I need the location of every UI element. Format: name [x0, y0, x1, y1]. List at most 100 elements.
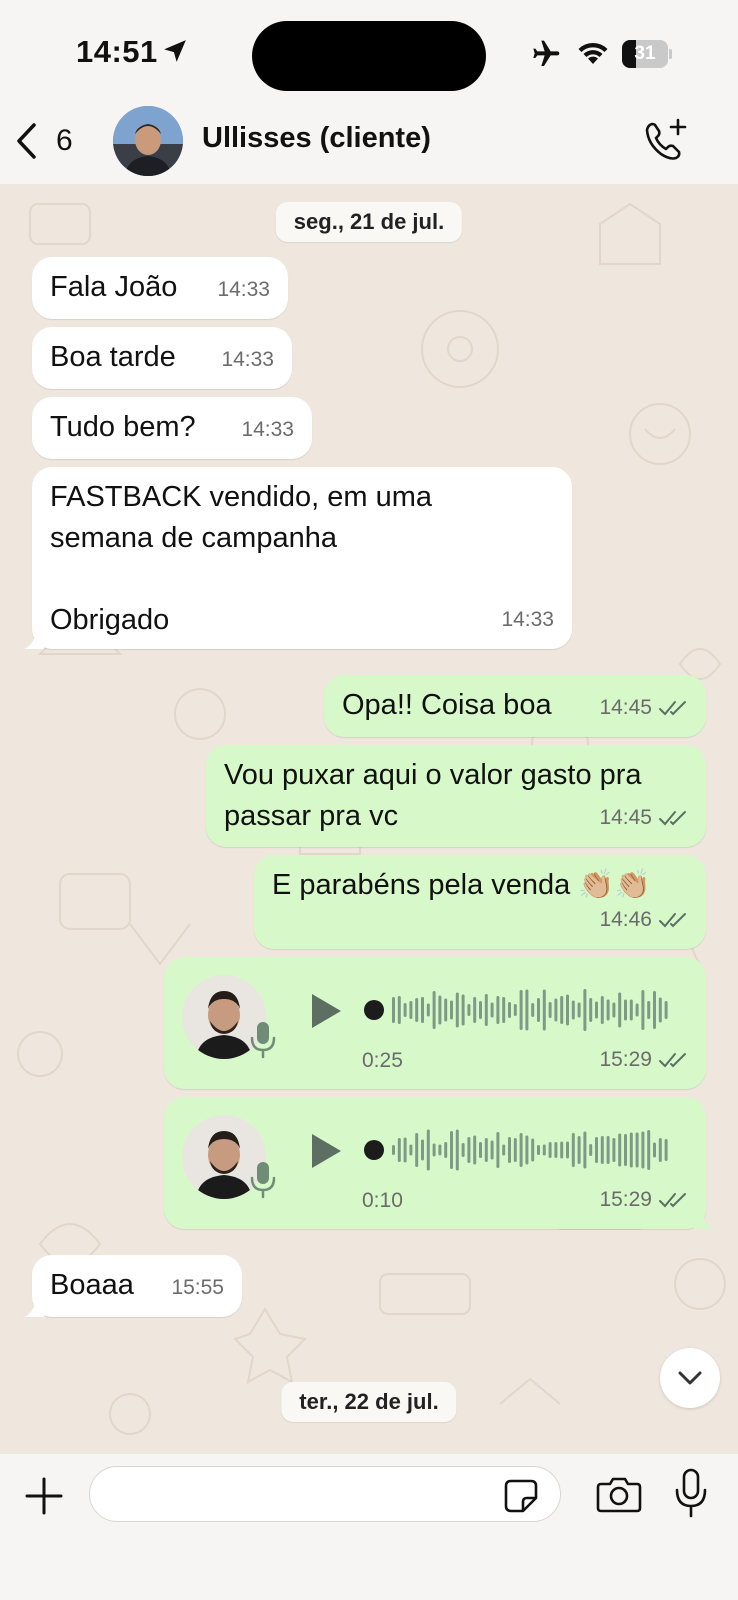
message-time: 14:45: [599, 806, 652, 829]
waveform-bar: [479, 1142, 482, 1158]
waveform-bar: [548, 1002, 552, 1018]
message-bubble-outgoing[interactable]: Vou puxar aqui o valor gasto pra passar …: [206, 745, 706, 847]
add-call-icon[interactable]: [642, 116, 690, 164]
waveform-bar: [438, 995, 442, 1025]
waveform-bar: [624, 1134, 627, 1166]
message-time: 14:46: [599, 908, 652, 931]
contact-avatar[interactable]: [113, 106, 183, 176]
voice-message-bubble[interactable]: 0:25 15:29: [164, 957, 706, 1089]
play-icon[interactable]: [308, 1131, 344, 1171]
message-time: 14:33: [241, 418, 294, 441]
voice-duration: 0:25: [362, 1049, 403, 1072]
waveform-bar: [624, 999, 627, 1021]
waveform-bar: [508, 1002, 511, 1018]
waveform-bar: [554, 1142, 558, 1158]
waveform-bar: [583, 1131, 587, 1169]
message-time: 15:29: [599, 1188, 652, 1211]
microphone-badge-icon: [250, 1162, 276, 1199]
waveform-bar: [600, 1136, 604, 1164]
waveform-bar: [658, 997, 662, 1023]
back-button[interactable]: 6: [14, 116, 73, 166]
waveform-bar: [629, 999, 633, 1021]
message-bubble-outgoing[interactable]: Opa!! Coisa boa 14:45: [324, 675, 706, 737]
unread-count: 6: [56, 124, 73, 157]
waveform-bar: [479, 1001, 482, 1019]
waveform-bar: [519, 990, 523, 1030]
waveform-bar: [450, 1000, 453, 1020]
waveform-bar: [426, 1003, 430, 1017]
waveform-bar: [426, 1129, 430, 1171]
message-input[interactable]: [89, 1466, 561, 1522]
message-bubble-incoming[interactable]: Boaaa 15:55: [24, 1255, 242, 1317]
waveform-bar: [548, 1142, 552, 1158]
chat-header: 6 Ullisses (cliente): [0, 100, 738, 184]
contact-name[interactable]: Ullisses (cliente): [202, 122, 431, 155]
waveform-bar: [560, 996, 564, 1024]
waveform-bar: [595, 1001, 598, 1019]
waveform-bar: [519, 1133, 523, 1167]
airplane-mode-icon: [533, 40, 560, 66]
waveform-bar: [496, 1132, 500, 1168]
waveform[interactable]: [364, 1127, 670, 1173]
waveform-bar: [421, 1139, 424, 1161]
sticker-icon[interactable]: [503, 1478, 539, 1514]
waveform-bar: [502, 1144, 506, 1156]
date-separator: ter., 22 de jul.: [281, 1382, 457, 1422]
message-time: 14:33: [501, 608, 554, 631]
status-bar: 14:51 31: [0, 0, 738, 100]
waveform-bar: [444, 1142, 448, 1158]
chat-area[interactable]: seg., 21 de jul. Fala João 14:33 Boa tar…: [0, 184, 738, 1454]
waveform-bar: [612, 1138, 616, 1162]
waveform-bar: [635, 1132, 639, 1168]
waveform-bar: [664, 1001, 668, 1019]
waveform-bar: [421, 997, 424, 1023]
scroll-to-bottom-button[interactable]: [660, 1348, 720, 1408]
dynamic-island: [252, 21, 486, 91]
voice-duration: 0:10: [362, 1189, 403, 1212]
waveform-bar: [600, 996, 604, 1024]
waveform-bar: [618, 1133, 622, 1167]
microphone-icon[interactable]: [674, 1468, 708, 1518]
message-bubble-outgoing[interactable]: E parabéns pela venda 👏🏼👏🏼 14:46: [254, 855, 706, 949]
waveform-bar: [438, 1144, 442, 1156]
waveform-bar: [571, 1000, 575, 1020]
waveform-bar: [461, 994, 465, 1026]
waveform-bar: [606, 1136, 610, 1164]
chevron-left-icon: [17, 123, 36, 159]
waveform-bar: [566, 994, 569, 1026]
waveform-bar: [664, 1139, 668, 1161]
waveform-bar: [531, 1138, 535, 1162]
play-icon[interactable]: [308, 991, 344, 1031]
message-bubble-incoming[interactable]: Tudo bem? 14:33: [32, 397, 312, 459]
waveform-bar: [473, 1135, 477, 1165]
waveform-bar: [403, 1003, 407, 1017]
waveform-bar: [641, 990, 645, 1030]
waveform-bar: [589, 998, 593, 1022]
chevron-down-icon: [678, 1371, 702, 1385]
waveform-bar: [653, 1142, 656, 1158]
message-text: FASTBACK vendido, em uma semana de campa…: [50, 481, 432, 636]
voice-message-bubble[interactable]: 0:10 15:29: [164, 1097, 714, 1229]
waveform-bar: [415, 1133, 419, 1167]
message-bubble-incoming[interactable]: FASTBACK vendido, em uma semana de campa…: [24, 467, 572, 649]
waveform-bar: [566, 1141, 569, 1159]
waveform-bar: [606, 999, 610, 1021]
waveform-bar: [635, 1003, 639, 1017]
waveform-bar: [618, 992, 622, 1028]
waveform-bar: [653, 991, 656, 1029]
plus-icon[interactable]: [24, 1476, 64, 1516]
waveform-bar: [629, 1132, 633, 1168]
waveform-bar: [397, 1138, 401, 1162]
double-check-icon: [659, 1192, 686, 1207]
waveform-bar: [537, 1145, 540, 1155]
waveform-bar: [461, 1143, 465, 1157]
waveform-bar: [432, 1143, 436, 1157]
waveform[interactable]: [364, 987, 670, 1033]
message-bubble-incoming[interactable]: Boa tarde 14:33: [32, 327, 292, 389]
double-check-icon: [659, 700, 686, 715]
message-bubble-incoming[interactable]: Fala João 14:33: [32, 257, 288, 319]
microphone-badge-icon: [250, 1022, 276, 1059]
camera-icon[interactable]: [596, 1474, 642, 1514]
battery-icon: 31: [622, 40, 672, 68]
waveform-bar: [409, 1001, 413, 1019]
